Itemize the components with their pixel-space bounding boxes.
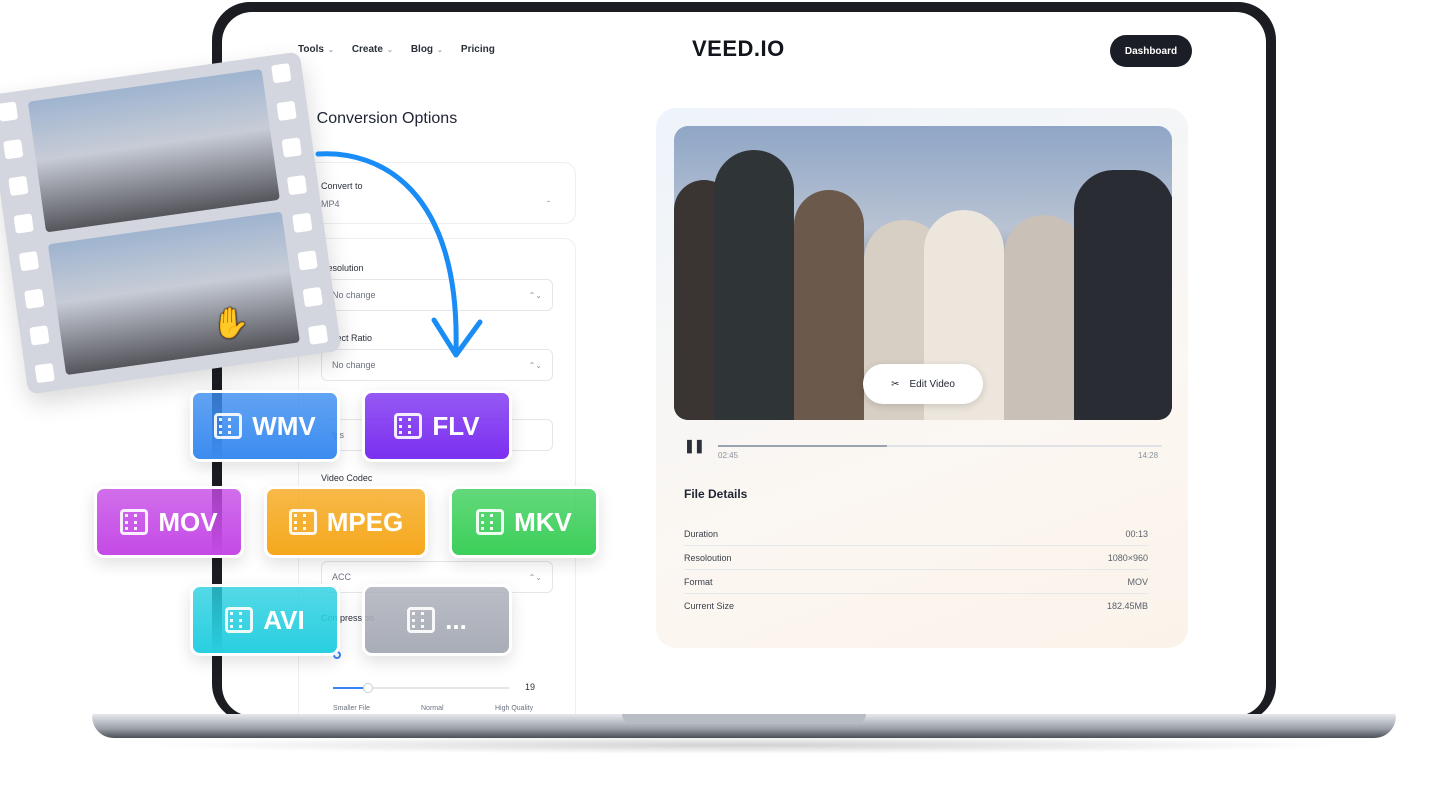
detail-label: Duration [684, 528, 719, 539]
video-figure [1074, 170, 1172, 420]
curved-arrow-icon [315, 151, 483, 358]
nav-item-create[interactable]: Create ⌄ [352, 44, 393, 55]
updown-icon: ⌃⌄ [528, 572, 542, 582]
format-label: MKV [514, 506, 572, 537]
scale-label-normal: Normal [421, 705, 444, 712]
nav-item-blog[interactable]: Blog ⌄ [411, 44, 443, 55]
film-icon [225, 607, 254, 633]
nav-label: Blog [410, 44, 434, 55]
format-badge-wmv[interactable]: WMV [190, 390, 340, 462]
format-label: MPEG [326, 506, 404, 537]
chevron-down-icon: ⌄ [437, 46, 443, 54]
detail-value: 182.45MB [1106, 601, 1148, 611]
edit-video-label: Edit Video [909, 378, 955, 390]
pause-icon[interactable]: ❚❚ [684, 438, 705, 454]
video-codec-label: Video Codec [321, 473, 373, 483]
format-label: ... [445, 604, 467, 635]
format-label: AVI [263, 604, 305, 635]
nav-label: Pricing [460, 44, 495, 55]
nav-label: Create [351, 44, 383, 55]
compression-slider[interactable] [333, 683, 509, 693]
film-icon [288, 509, 317, 535]
top-nav: Tools ⌄ Create ⌄ Blog ⌄ Pricing [298, 44, 495, 55]
film-strip[interactable] [0, 51, 342, 395]
audio-codec-value: ACC [332, 572, 352, 582]
dashboard-button[interactable]: Dashboard [1110, 35, 1192, 67]
page-title: ‹ Conversion Options [302, 110, 457, 128]
page-title-text: Conversion Options [316, 110, 458, 127]
current-time: 02:45 [718, 451, 739, 460]
progress-fill [718, 445, 887, 447]
format-label: MOV [158, 506, 218, 537]
detail-row: Current Size 182.45MB [684, 594, 1148, 618]
grab-hand-icon: ✋ [212, 307, 250, 340]
format-badge-avi[interactable]: AVI [190, 584, 340, 656]
scale-label-high: High Quality [495, 705, 534, 712]
nav-label: Tools [298, 44, 324, 55]
detail-label: Format [684, 576, 713, 587]
film-icon [214, 413, 243, 439]
scissors-icon: ✂ [891, 378, 900, 390]
detail-value: 00:13 [1125, 528, 1148, 539]
format-badge-flv[interactable]: FLV [362, 390, 512, 462]
detail-value: 1080×960 [1107, 552, 1148, 563]
film-icon [407, 607, 436, 633]
logo[interactable]: VEED.IO [692, 36, 785, 62]
nav-item-pricing[interactable]: Pricing [461, 44, 495, 55]
format-badge-mov[interactable]: MOV [94, 486, 244, 558]
film-frame [47, 211, 300, 376]
laptop-notch [622, 714, 866, 724]
chevron-down-icon: ⌄ [327, 46, 334, 54]
format-badge-mkv[interactable]: MKV [449, 486, 599, 558]
edit-video-button[interactable]: ✂ Edit Video [863, 364, 983, 404]
format-badge-more[interactable]: ... [362, 584, 512, 656]
format-label: FLV [432, 410, 480, 441]
total-time: 14:28 [1138, 451, 1159, 460]
compression-value: 19 [525, 682, 536, 692]
chevron-down-icon: ⌄ [386, 46, 393, 54]
film-icon [394, 413, 423, 439]
video-figure [794, 190, 864, 420]
format-badge-mpeg[interactable]: MPEG [264, 486, 428, 558]
nav-item-tools[interactable]: Tools ⌄ [298, 44, 334, 55]
progress-bar[interactable] [718, 445, 1162, 447]
file-details-title: File Details [684, 487, 748, 501]
film-icon [120, 509, 149, 535]
video-figure [714, 150, 794, 420]
detail-value: MOV [1127, 576, 1148, 587]
updown-icon: ⌃⌄ [528, 290, 542, 300]
format-label: WMV [252, 410, 316, 441]
detail-label: Resoloution [684, 552, 732, 563]
slider-thumb[interactable] [363, 683, 374, 693]
detail-row: Duration 00:13 [684, 522, 1148, 546]
laptop-shadow [140, 736, 1350, 754]
detail-label: Current Size [684, 601, 735, 611]
detail-row: Resoloution 1080×960 [684, 546, 1148, 570]
updown-icon: ⌃⌄ [528, 360, 542, 370]
film-frame [27, 68, 280, 233]
scale-label-small: Smaller File [333, 705, 370, 712]
film-icon [476, 509, 505, 535]
detail-row: Format MOV [684, 570, 1148, 594]
dropdown-icon: - [547, 196, 550, 206]
video-figure [1004, 215, 1084, 420]
